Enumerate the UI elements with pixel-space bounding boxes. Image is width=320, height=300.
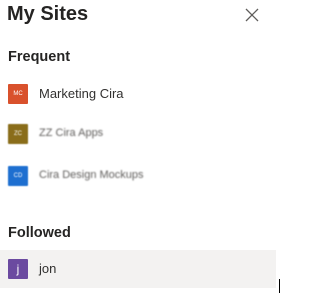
frequent-header: Frequent xyxy=(8,49,71,65)
panel-title: My Sites xyxy=(7,3,89,25)
site-tile-icon: ZC xyxy=(8,124,28,144)
site-tile-initials: CD xyxy=(13,173,23,179)
site-item-label: Cira Design Mockups xyxy=(39,169,144,181)
followed-header: Followed xyxy=(8,225,71,241)
close-icon[interactable] xyxy=(243,6,261,24)
site-item-label: Marketing Cira xyxy=(39,86,124,101)
my-sites-panel: My Sites Frequent MC Marketing Cira ZC Z… xyxy=(0,0,286,300)
site-item-zz-cira-apps[interactable]: ZC ZZ Cira Apps xyxy=(0,115,276,153)
text-cursor xyxy=(279,279,280,293)
site-item-label: jon xyxy=(39,261,57,276)
site-item-jon[interactable]: j jon xyxy=(0,250,276,288)
site-tile-initials: MC xyxy=(13,91,23,97)
site-tile-icon: MC xyxy=(8,84,28,104)
site-tile-initials: ZC xyxy=(14,131,22,137)
site-tile-icon: CD xyxy=(8,166,28,186)
site-tile-icon: j xyxy=(8,259,28,279)
site-tile-initials: j xyxy=(16,262,20,276)
site-item-label: ZZ Cira Apps xyxy=(39,127,104,139)
site-item-cira-design-mockups[interactable]: CD Cira Design Mockups xyxy=(0,157,276,195)
site-item-marketing-cira[interactable]: MC Marketing Cira xyxy=(0,75,276,113)
